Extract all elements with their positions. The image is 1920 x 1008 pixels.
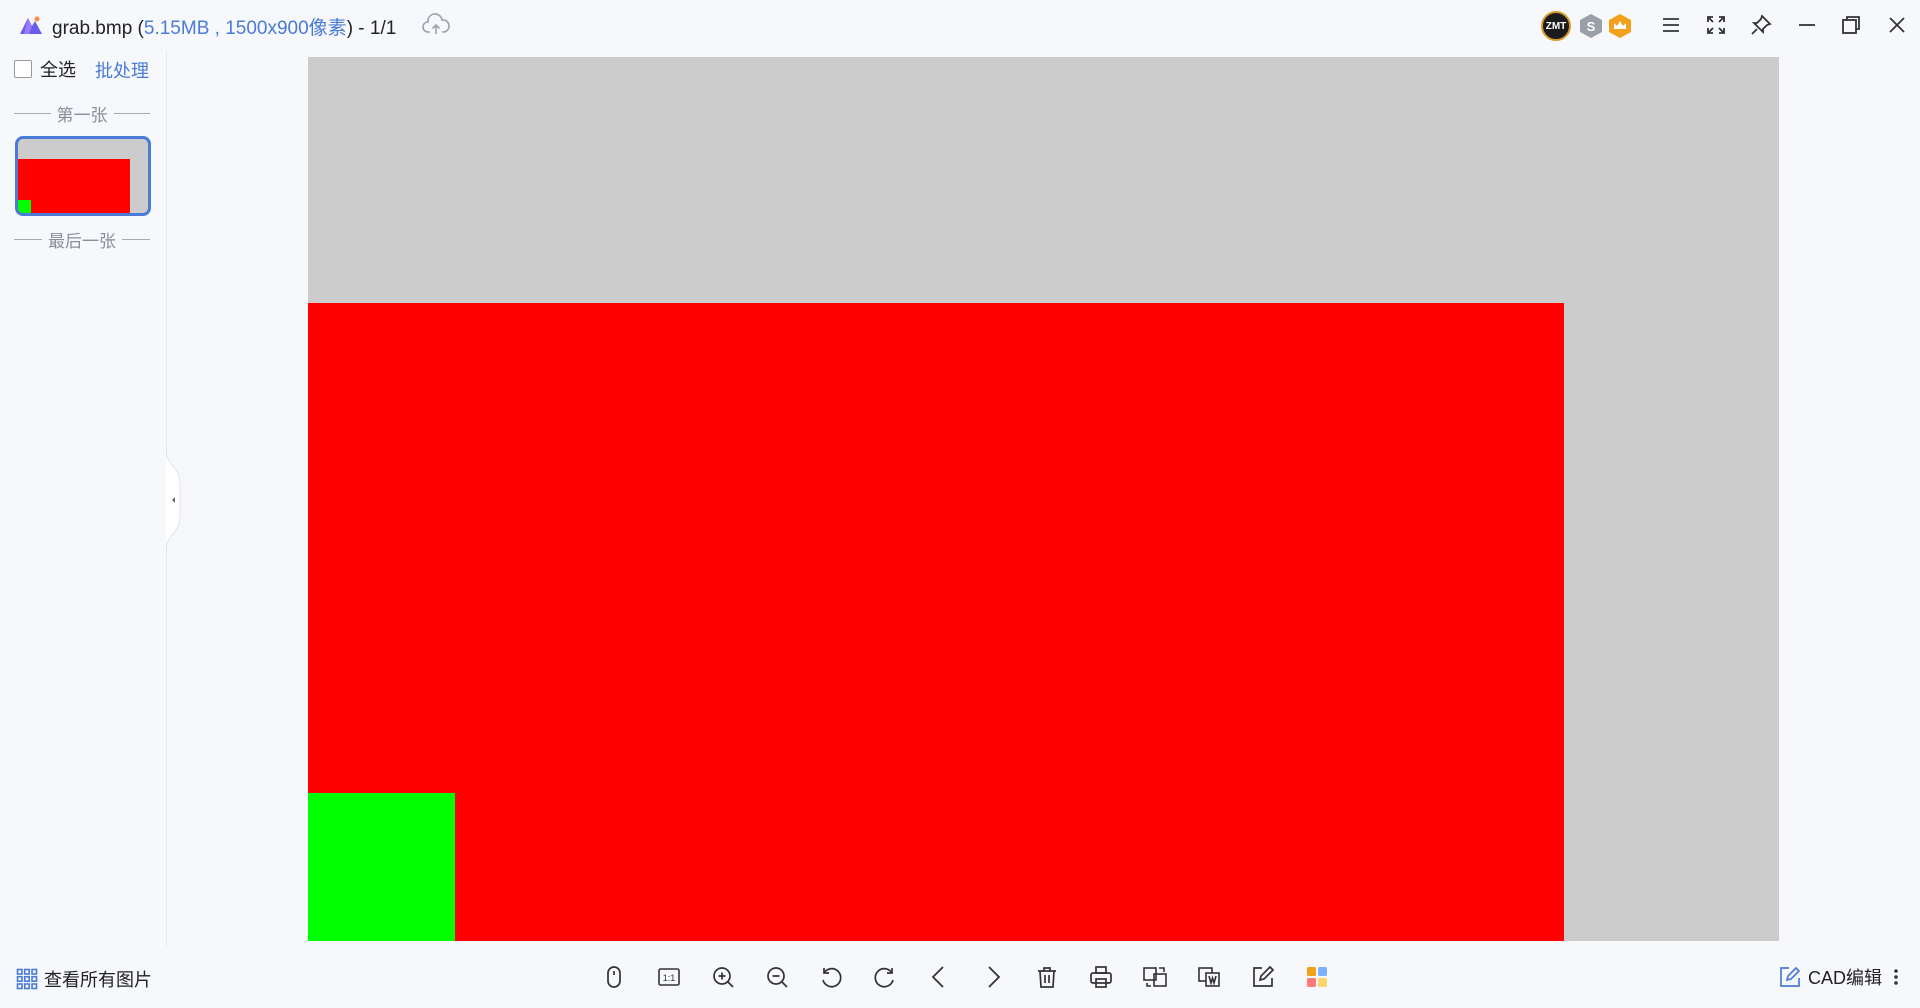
grid-icon <box>16 968 38 990</box>
restore-icon[interactable] <box>1838 12 1864 38</box>
bottom-toolbar: 查看所有图片 1:1 CAD编辑 <box>0 946 1920 1008</box>
menu-icon[interactable] <box>1658 12 1684 38</box>
green-region <box>308 793 455 941</box>
zoom-out-icon[interactable] <box>762 962 792 992</box>
first-divider: 第一张 <box>14 101 150 126</box>
cad-edit-button[interactable]: CAD编辑 <box>1778 964 1882 990</box>
zmt-badge[interactable]: ZMT <box>1541 11 1571 41</box>
print-icon[interactable] <box>1086 962 1116 992</box>
view-all-images-button[interactable]: 查看所有图片 <box>16 966 152 992</box>
zoom-in-icon[interactable] <box>708 962 738 992</box>
rotate-right-icon[interactable] <box>870 962 900 992</box>
window-title: grab.bmp (5.15MB , 1500x900像素) - 1/1 <box>52 18 397 39</box>
file-name: grab.bmp <box>52 18 133 39</box>
select-all[interactable]: 全选 <box>14 56 76 82</box>
delete-icon[interactable] <box>1032 962 1062 992</box>
close-icon[interactable] <box>1884 12 1910 38</box>
thumbnail-green-region <box>18 200 31 213</box>
svg-text:1:1: 1:1 <box>663 973 676 983</box>
more-options-icon[interactable] <box>1893 968 1899 986</box>
minimize-icon[interactable] <box>1794 12 1820 38</box>
apps-icon[interactable] <box>1302 962 1332 992</box>
title-bar: grab.bmp (5.15MB , 1500x900像素) - 1/1 ZMT… <box>0 0 1920 50</box>
next-icon[interactable] <box>978 962 1008 992</box>
sidebar-collapse-handle[interactable] <box>166 450 182 550</box>
edit-icon[interactable] <box>1248 962 1278 992</box>
batch-process-link[interactable]: 批处理 <box>95 57 149 83</box>
select-all-label: 全选 <box>40 60 76 80</box>
select-all-checkbox[interactable] <box>14 60 32 78</box>
fullscreen-icon[interactable] <box>1703 12 1729 38</box>
image-canvas[interactable] <box>308 57 1779 941</box>
pin-icon[interactable] <box>1748 12 1774 38</box>
cad-edit-label: CAD编辑 <box>1808 968 1883 988</box>
previous-icon[interactable] <box>924 962 954 992</box>
convert-icon[interactable] <box>1140 962 1170 992</box>
red-region <box>308 303 1564 941</box>
last-divider: 最后一张 <box>14 227 150 252</box>
view-all-label: 查看所有图片 <box>44 970 152 990</box>
mouse-icon[interactable] <box>599 962 629 992</box>
actual-size-icon[interactable]: 1:1 <box>654 962 684 992</box>
file-meta: 5.15MB , 1500x900像素 <box>143 18 347 39</box>
page-counter: ) - 1/1 <box>346 18 397 39</box>
cad-edit-icon <box>1780 966 1801 987</box>
crown-badge-icon[interactable] <box>1609 14 1631 38</box>
thumbnail-sidebar: 全选 批处理 第一张 最后一张 <box>0 50 167 946</box>
app-logo-icon <box>18 12 44 38</box>
image-thumbnail[interactable] <box>15 136 151 216</box>
cloud-upload-icon[interactable] <box>422 12 450 38</box>
s-badge[interactable]: S <box>1580 14 1602 38</box>
thumbnail-red-region <box>18 159 130 213</box>
rotate-left-icon[interactable] <box>816 962 846 992</box>
to-word-icon[interactable] <box>1194 962 1224 992</box>
